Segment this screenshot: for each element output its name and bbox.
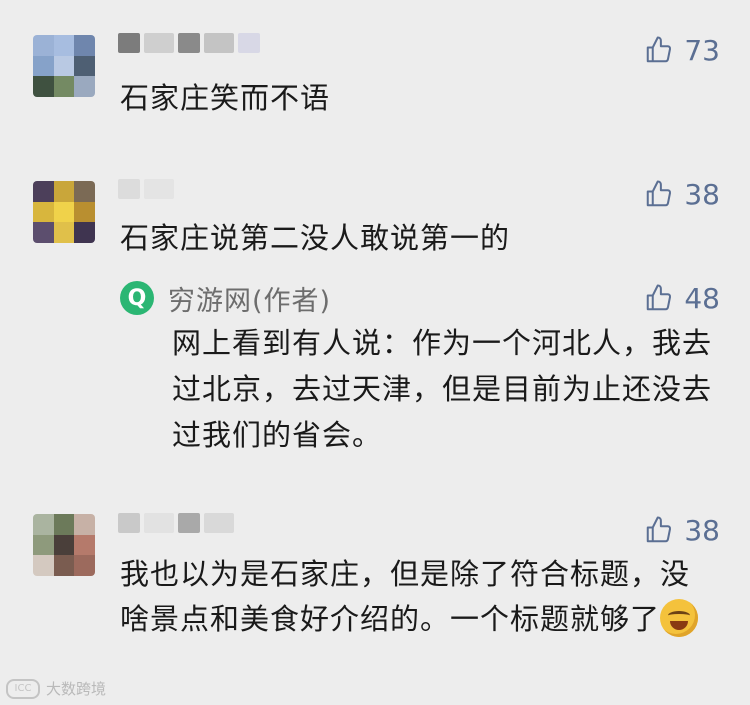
thumbs-up-icon [647,284,672,311]
avatar-pixel [74,35,95,56]
like-button[interactable]: 38 [644,510,720,550]
avatar-pixel [33,76,54,97]
username-blurred[interactable] [118,30,278,56]
avatar-pixel [74,534,95,556]
avatar-pixel [74,514,95,535]
username-blur-block [178,33,200,53]
username-blur-block [238,33,260,53]
watermark-logo-icon: ICC [6,678,40,699]
comment-text-body: 我也以为是石家庄，但是除了符合标题，没啥景点和美食好介绍的。一个标题就够了 [120,557,691,636]
avatar-pixel [53,534,75,556]
username-blur-block [144,513,174,533]
username-blurred[interactable] [118,176,278,202]
avatar-pixel [33,555,54,576]
reply-like-button[interactable]: 48 [644,278,720,318]
username-blur-block [118,513,140,533]
avatar-pixel [74,222,95,243]
username-blur-block [118,179,140,199]
username-blur-block [204,33,234,53]
avatar-pixel [33,181,54,202]
avatar-pixel [33,222,54,243]
avatar-pixel [74,555,95,576]
avatar[interactable] [33,35,95,97]
username-blur-block [118,33,140,53]
avatar-pixel [53,35,75,56]
reply-text: 网上看到有人说：作为一个河北人，我去过北京，去过天津，但是目前为止还没去过我们的… [172,326,713,452]
avatar-pixel [53,514,75,535]
like-button[interactable]: 73 [644,30,720,70]
comment-text: 石家庄说第二没人敢说第一的 [120,221,511,255]
like-count: 38 [684,513,720,547]
like-count: 73 [684,33,720,67]
comment-text: 我也以为是石家庄，但是除了符合标题，没啥景点和美食好介绍的。一个标题就够了 [120,552,710,642]
username-blur-block [204,513,234,533]
username-blurred[interactable] [118,510,278,536]
thumbs-up-icon [647,180,672,207]
username-blur-block [144,33,174,53]
avatar-pixel [33,201,54,223]
like-count: 38 [684,177,720,211]
avatar-pixel [74,76,95,97]
avatar-pixel [33,514,54,535]
avatar-pixel [74,55,95,77]
like-button[interactable]: 38 [644,174,720,214]
avatar-pixel [53,55,75,77]
thumbs-up-icon [647,36,672,63]
laughing-crying-emoji-icon [660,599,699,637]
like-count: 48 [684,281,720,315]
username-blur-block [178,513,200,533]
avatar[interactable] [33,181,95,243]
avatar-pixel [74,201,95,223]
avatar-pixel [53,76,75,97]
avatar[interactable] [33,514,95,576]
avatar-pixel [53,181,75,202]
avatar-pixel [33,55,54,77]
watermark-text: 大数跨境 [46,680,107,698]
username-blur-block [144,179,174,199]
avatar-pixel [33,35,54,56]
watermark: ICC 大数跨境 [6,678,106,699]
avatar-pixel [53,555,75,576]
reply-author[interactable]: 穷游网(作者) [168,279,331,318]
comment-text: 石家庄笑而不语 [120,81,331,115]
qyer-logo-icon: Q [120,281,154,315]
thumbs-up-icon [647,516,672,543]
avatar-pixel [53,201,75,223]
reply-header: Q 穷游网(作者) [120,278,331,318]
comment-1: 73 石家庄笑而不语 [0,0,750,140]
avatar-pixel [53,222,75,243]
avatar-pixel [74,181,95,202]
avatar-pixel [33,534,54,556]
